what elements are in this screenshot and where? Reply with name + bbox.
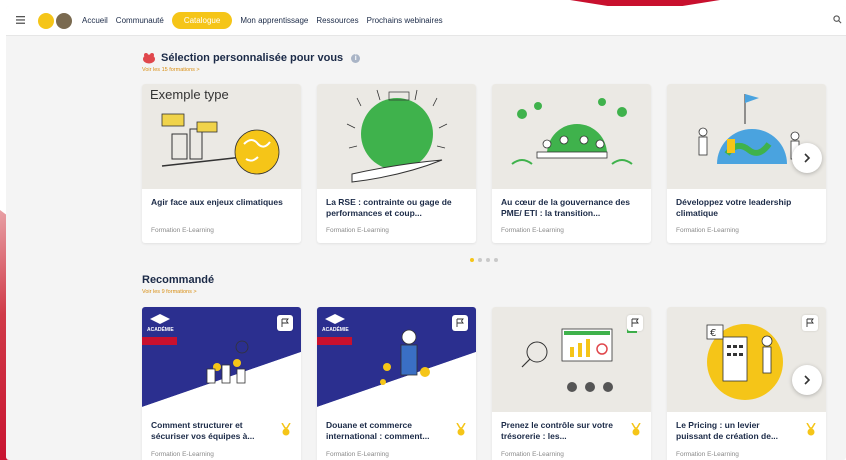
card-title: Comment structurer et sécuriser vos équi… xyxy=(151,420,255,441)
course-card[interactable]: La RSE : contrainte ou gage de performan… xyxy=(317,84,476,243)
info-icon[interactable]: i xyxy=(351,53,361,63)
menu-icon[interactable] xyxy=(16,15,30,27)
see-all-link[interactable]: Voir les 9 formations > xyxy=(142,289,197,295)
academie-badge: ACADÉMIE xyxy=(322,327,349,333)
brand-logo[interactable] xyxy=(38,12,72,29)
card-title: Agir face aux enjeux climatiques xyxy=(151,197,283,207)
nav-mon-apprentissage[interactable]: Mon apprentissage xyxy=(240,16,308,25)
card-title: Douane et commerce international : comme… xyxy=(326,420,430,441)
flag-icon[interactable] xyxy=(627,315,643,331)
course-card[interactable]: ACADÉMIE Comment structurer et sécuriser… xyxy=(142,307,301,460)
top-navigation: Accueil Communauté Catalogue Mon apprent… xyxy=(6,6,846,36)
flag-icon[interactable] xyxy=(277,315,293,331)
pricing-illustration: € xyxy=(667,307,826,412)
flag-icon[interactable] xyxy=(452,315,468,331)
card-type: Formation E-Learning xyxy=(676,451,739,458)
nav-accueil[interactable]: Accueil xyxy=(82,16,108,25)
nav-communaute[interactable]: Communauté xyxy=(116,16,164,25)
chevron-right-icon xyxy=(804,153,811,163)
carousel-dot[interactable] xyxy=(478,258,482,262)
nav-catalogue[interactable]: Catalogue xyxy=(171,12,233,29)
carousel-pagination xyxy=(470,258,498,262)
card-type: Formation E-Learning xyxy=(151,227,214,234)
people-globe-illustration xyxy=(667,84,826,189)
piggy-icon xyxy=(143,53,155,64)
carousel-next-button[interactable] xyxy=(792,365,822,395)
team-illustration: ACADÉMIE xyxy=(142,307,301,412)
climate-scale-illustration: Exemple type xyxy=(142,84,301,189)
hand-earth-illustration xyxy=(317,84,476,189)
carousel-dot[interactable] xyxy=(470,258,474,262)
card-title: Au cœur de la gouvernance des PME/ ETI :… xyxy=(501,197,630,218)
chevron-right-icon xyxy=(804,375,811,385)
academie-badge: ACADÉMIE xyxy=(147,327,174,333)
carousel-dot[interactable] xyxy=(494,258,498,262)
medal-icon xyxy=(281,423,291,436)
treasury-illustration xyxy=(492,307,651,412)
customs-illustration: ACADÉMIE xyxy=(317,307,476,412)
section-recommended-title: Recommandé xyxy=(142,274,214,286)
section-personalized-title: Sélection personnalisée pour vous i xyxy=(142,52,361,64)
card-type: Formation E-Learning xyxy=(326,451,389,458)
medal-icon xyxy=(456,423,466,436)
flag-icon[interactable] xyxy=(802,315,818,331)
course-card[interactable]: Prenez le contrôle sur votre trésorerie … xyxy=(492,307,651,460)
carousel-dot[interactable] xyxy=(486,258,490,262)
card-title: Le Pricing : un levier puissant de créat… xyxy=(676,420,779,441)
card-type: Formation E-Learning xyxy=(326,227,389,234)
course-card[interactable]: ACADÉMIE Douane et commerce internationa… xyxy=(317,307,476,460)
example-overlay-label: Exemple type xyxy=(150,87,229,102)
svg-text:€: € xyxy=(710,328,716,339)
search-icon[interactable] xyxy=(833,14,842,27)
card-type: Formation E-Learning xyxy=(676,227,739,234)
section-title-text: Recommandé xyxy=(142,274,215,286)
course-card[interactable]: Au cœur de la gouvernance des PME/ ETI :… xyxy=(492,84,651,243)
card-title: Développez votre leadership climatique xyxy=(676,197,792,218)
card-title: Prenez le contrôle sur votre trésorerie … xyxy=(501,420,613,441)
medal-icon xyxy=(806,423,816,436)
see-all-link[interactable]: Voir les 15 formations > xyxy=(142,67,200,73)
medal-icon xyxy=(631,423,641,436)
section-title-text: Sélection personnalisée pour vous xyxy=(161,52,344,64)
course-card[interactable]: Exemple type Agir face aux enjeux climat… xyxy=(142,84,301,243)
meeting-globe-illustration xyxy=(492,84,651,189)
nav-prochains-webinaires[interactable]: Prochains webinaires xyxy=(367,16,443,25)
carousel-next-button[interactable] xyxy=(792,143,822,173)
app-window: Accueil Communauté Catalogue Mon apprent… xyxy=(6,6,846,460)
card-title: La RSE : contrainte ou gage de performan… xyxy=(326,197,452,218)
card-type: Formation E-Learning xyxy=(151,451,214,458)
card-type: Formation E-Learning xyxy=(501,227,564,234)
card-type: Formation E-Learning xyxy=(501,451,564,458)
nav-ressources[interactable]: Ressources xyxy=(316,16,358,25)
